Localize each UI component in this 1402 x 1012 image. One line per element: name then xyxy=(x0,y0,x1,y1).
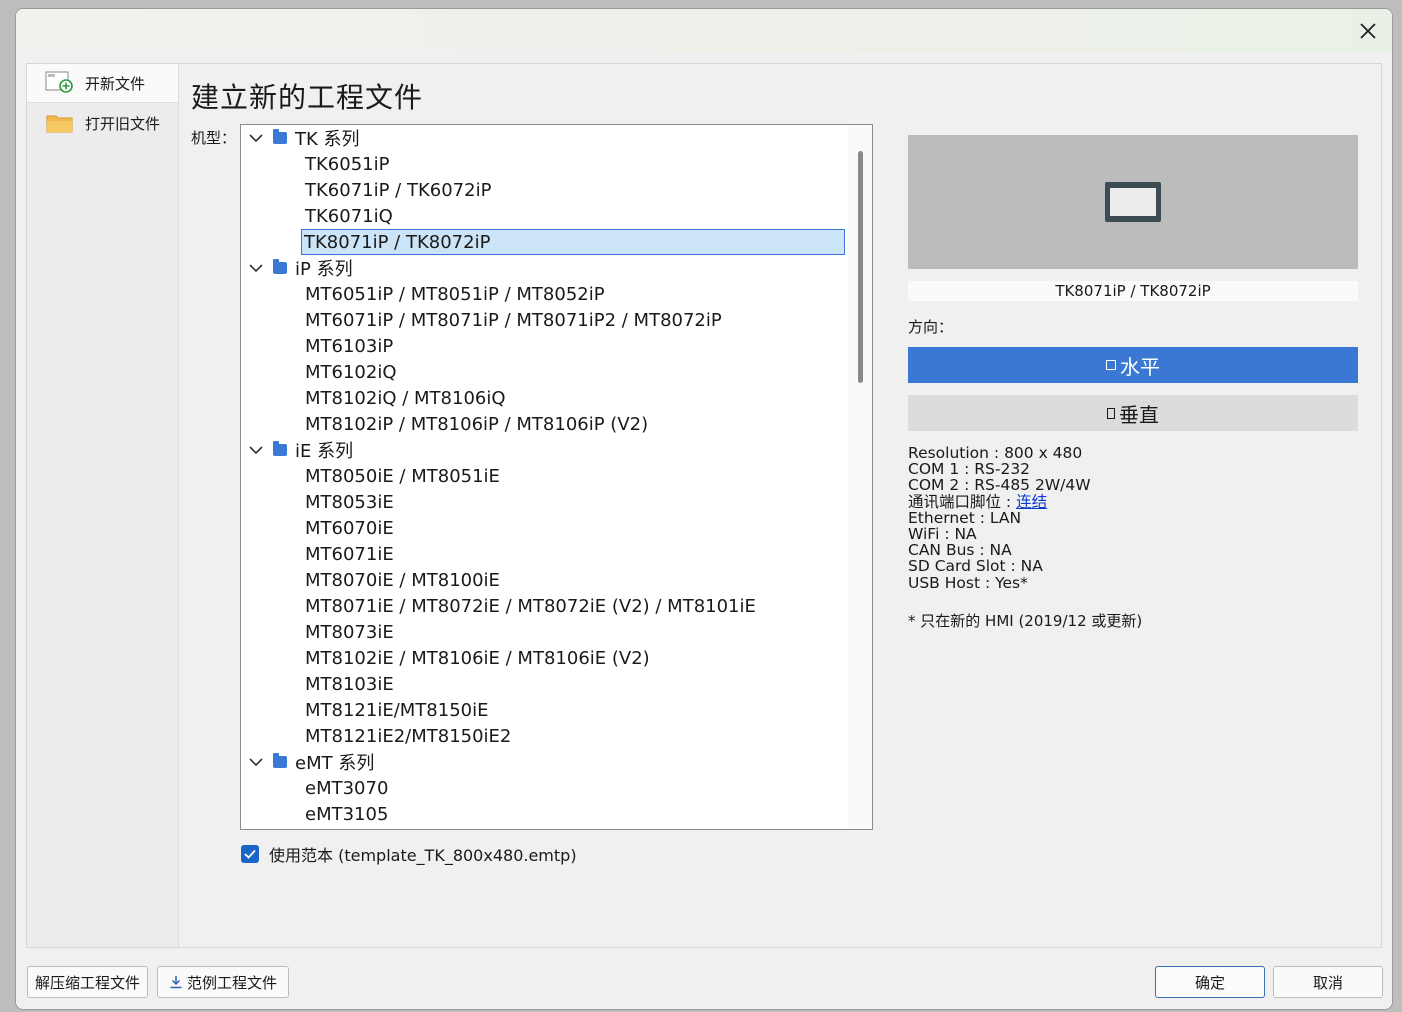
tree-group-ie[interactable]: iE 系列 xyxy=(247,437,353,463)
tree-item[interactable]: MT6102iQ xyxy=(303,359,397,385)
title-bar xyxy=(16,9,1392,52)
device-preview xyxy=(908,135,1358,269)
folder-icon xyxy=(45,110,75,136)
sidebar: 开新文件 打开旧文件 xyxy=(27,64,179,947)
tree-item-selected[interactable]: TK8071iP / TK8072iP xyxy=(301,229,845,255)
tree-scrollbar[interactable] xyxy=(848,125,872,829)
orientation-vertical-label: 垂直 xyxy=(1119,402,1159,427)
usb-host-note: * 只在新的 HMI (2019/12 或更新) xyxy=(908,612,1143,630)
spec-pin-label: 通讯端口脚位 : xyxy=(908,492,1017,511)
spec-ethernet: Ethernet : LAN xyxy=(908,508,1022,527)
tree-item[interactable]: MT8053iE xyxy=(303,489,394,515)
tree-item[interactable]: MT8071iE / MT8072iE / MT8072iE (V2) / MT… xyxy=(303,593,756,619)
sidebar-item-open-file[interactable]: 打开旧文件 xyxy=(27,103,178,143)
tree-item[interactable]: TK6051iP xyxy=(303,151,389,177)
tree-item[interactable]: MT8050iE / MT8051iE xyxy=(303,463,500,489)
tree-item[interactable]: TK6071iQ xyxy=(303,203,393,229)
page-title: 建立新的工程文件 xyxy=(191,81,424,114)
orientation-horizontal-label: 水平 xyxy=(1120,354,1160,379)
tree-item[interactable]: MT6070iE xyxy=(303,515,394,541)
sidebar-item-label: 打开旧文件 xyxy=(85,114,161,133)
tree-item[interactable]: MT6103iP xyxy=(303,333,393,359)
folder-icon xyxy=(273,441,287,456)
tree-item[interactable]: eMT3070 xyxy=(303,775,388,801)
chevron-down-icon[interactable] xyxy=(247,259,265,277)
chevron-down-icon[interactable] xyxy=(247,441,265,459)
spec-resolution: Resolution : 800 x 480 xyxy=(908,444,1083,462)
tree-item[interactable]: MT6071iE xyxy=(303,541,394,567)
use-template-checkbox[interactable] xyxy=(241,845,259,863)
spec-canbus: CAN Bus : NA xyxy=(908,541,1012,560)
decompress-project-button[interactable]: 解压缩工程文件 xyxy=(27,966,148,998)
content-panel: 开新文件 打开旧文件 建立新的工程文件 机型： TK 系列 TK6051iP T… xyxy=(26,63,1382,948)
sidebar-item-new-file[interactable]: 开新文件 xyxy=(27,64,178,103)
tree-group-label: TK 系列 xyxy=(295,129,360,150)
folder-icon xyxy=(273,259,287,274)
preview-caption: TK8071iP / TK8072iP xyxy=(908,281,1358,301)
ok-label: 确定 xyxy=(1194,973,1225,992)
spec-pin-assignment: 通讯端口脚位 : 连结 xyxy=(908,494,1091,510)
close-button[interactable] xyxy=(1350,13,1386,49)
portrait-icon xyxy=(1107,407,1115,419)
tree-item[interactable]: MT8102iE / MT8106iE / MT8106iE (V2) xyxy=(303,645,650,671)
decompress-label: 解压缩工程文件 xyxy=(34,973,140,992)
sample-project-button[interactable]: 范例工程文件 xyxy=(157,966,289,998)
pin-assignment-link[interactable]: 连结 xyxy=(1016,493,1047,511)
cancel-button[interactable]: 取消 xyxy=(1273,966,1383,998)
tree-group-ip[interactable]: iP 系列 xyxy=(247,255,353,281)
orientation-label: 方向： xyxy=(908,318,954,336)
download-icon xyxy=(170,976,182,989)
spec-wifi: WiFi : NA xyxy=(908,525,977,544)
tree-item[interactable]: MT8073iE xyxy=(303,619,394,645)
tree-item[interactable]: TK6071iP / TK6072iP xyxy=(303,177,491,203)
sidebar-item-label: 开新文件 xyxy=(85,74,146,93)
spec-usb-host: USB Host : Yes* xyxy=(908,573,1028,592)
ok-button[interactable]: 确定 xyxy=(1155,966,1265,998)
tree-item[interactable]: MT8070iE / MT8100iE xyxy=(303,567,500,593)
landscape-icon xyxy=(1106,360,1116,370)
orientation-vertical-button[interactable]: 垂直 xyxy=(908,395,1358,431)
tree-item[interactable]: MT8121iE2/MT8150iE2 xyxy=(303,723,511,749)
spec-com1: COM 1 : RS-232 xyxy=(908,460,1031,479)
tree-group-label: iP 系列 xyxy=(295,259,353,280)
tree-item[interactable]: MT6071iP / MT8071iP / MT8071iP2 / MT8072… xyxy=(303,307,722,333)
tree-group-emt[interactable]: eMT 系列 xyxy=(247,749,374,775)
spec-sd-card: SD Card Slot : NA xyxy=(908,557,1043,576)
tree-item[interactable]: eMT3105 xyxy=(303,801,388,827)
use-template-label: 使用范本 (template_TK_800x480.emtp) xyxy=(269,846,577,865)
scrollbar-thumb[interactable] xyxy=(858,151,863,383)
checkmark-icon xyxy=(244,849,256,859)
spec-com2: COM 2 : RS-485 2W/4W xyxy=(908,476,1091,495)
chevron-down-icon[interactable] xyxy=(247,129,265,147)
tree-item[interactable]: MT8102iQ / MT8106iQ xyxy=(303,385,506,411)
cancel-label: 取消 xyxy=(1312,973,1343,992)
tree-group-tk[interactable]: TK 系列 xyxy=(247,125,360,151)
use-template-option[interactable]: 使用范本 (template_TK_800x480.emtp) xyxy=(241,842,577,866)
tree-item[interactable]: MT6051iP / MT8051iP / MT8052iP xyxy=(303,281,605,307)
folder-icon xyxy=(273,129,287,144)
hmi-screen-icon xyxy=(1105,182,1161,222)
folder-icon xyxy=(273,753,287,768)
device-specs: Resolution : 800 x 480 COM 1 : RS-232 CO… xyxy=(908,445,1091,591)
chevron-down-icon[interactable] xyxy=(247,753,265,771)
model-tree[interactable]: TK 系列 TK6051iP TK6071iP / TK6072iP TK607… xyxy=(240,124,873,830)
orientation-horizontal-button[interactable]: 水平 xyxy=(908,347,1358,383)
close-icon xyxy=(1360,23,1376,39)
main-panel: 建立新的工程文件 机型： TK 系列 TK6051iP TK6071iP / T… xyxy=(179,64,1381,947)
tree-item[interactable]: MT8121iE/MT8150iE xyxy=(303,697,488,723)
tree-item[interactable]: MT8103iE xyxy=(303,671,394,697)
sample-label: 范例工程文件 xyxy=(186,973,277,992)
new-file-icon xyxy=(45,70,75,96)
model-label: 机型： xyxy=(191,129,237,147)
tree-group-label: iE 系列 xyxy=(295,441,354,462)
new-project-dialog: 开新文件 打开旧文件 建立新的工程文件 机型： TK 系列 TK6051iP T… xyxy=(15,8,1393,1010)
tree-item[interactable]: MT8102iP / MT8106iP / MT8106iP (V2) xyxy=(303,411,648,437)
tree-group-label: eMT 系列 xyxy=(295,753,375,774)
